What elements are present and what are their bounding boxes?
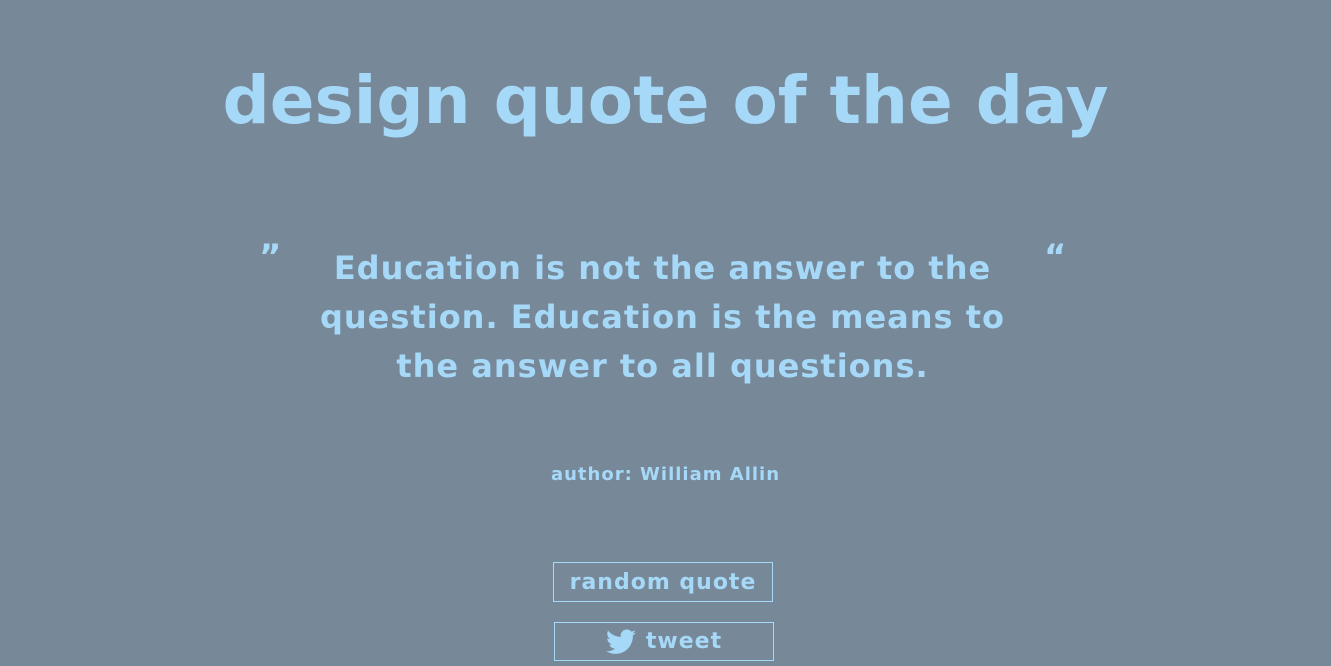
quote-close-mark-icon: “ [1044, 237, 1067, 277]
quote-open-mark-icon: ” [259, 237, 282, 277]
twitter-bird-icon [605, 629, 636, 654]
page-title: design quote of the day [222, 62, 1109, 139]
tweet-label: tweet [645, 629, 723, 654]
quote-text: Education is not the answer to the quest… [319, 249, 1005, 385]
quote-block: ” Education is not the answer to the que… [0, 240, 1331, 400]
tweet-button[interactable]: tweet [554, 622, 774, 661]
random-quote-button[interactable]: random quote [553, 562, 773, 602]
random-quote-label: random quote [569, 569, 757, 595]
quote-author: author: William Allin [550, 464, 781, 485]
